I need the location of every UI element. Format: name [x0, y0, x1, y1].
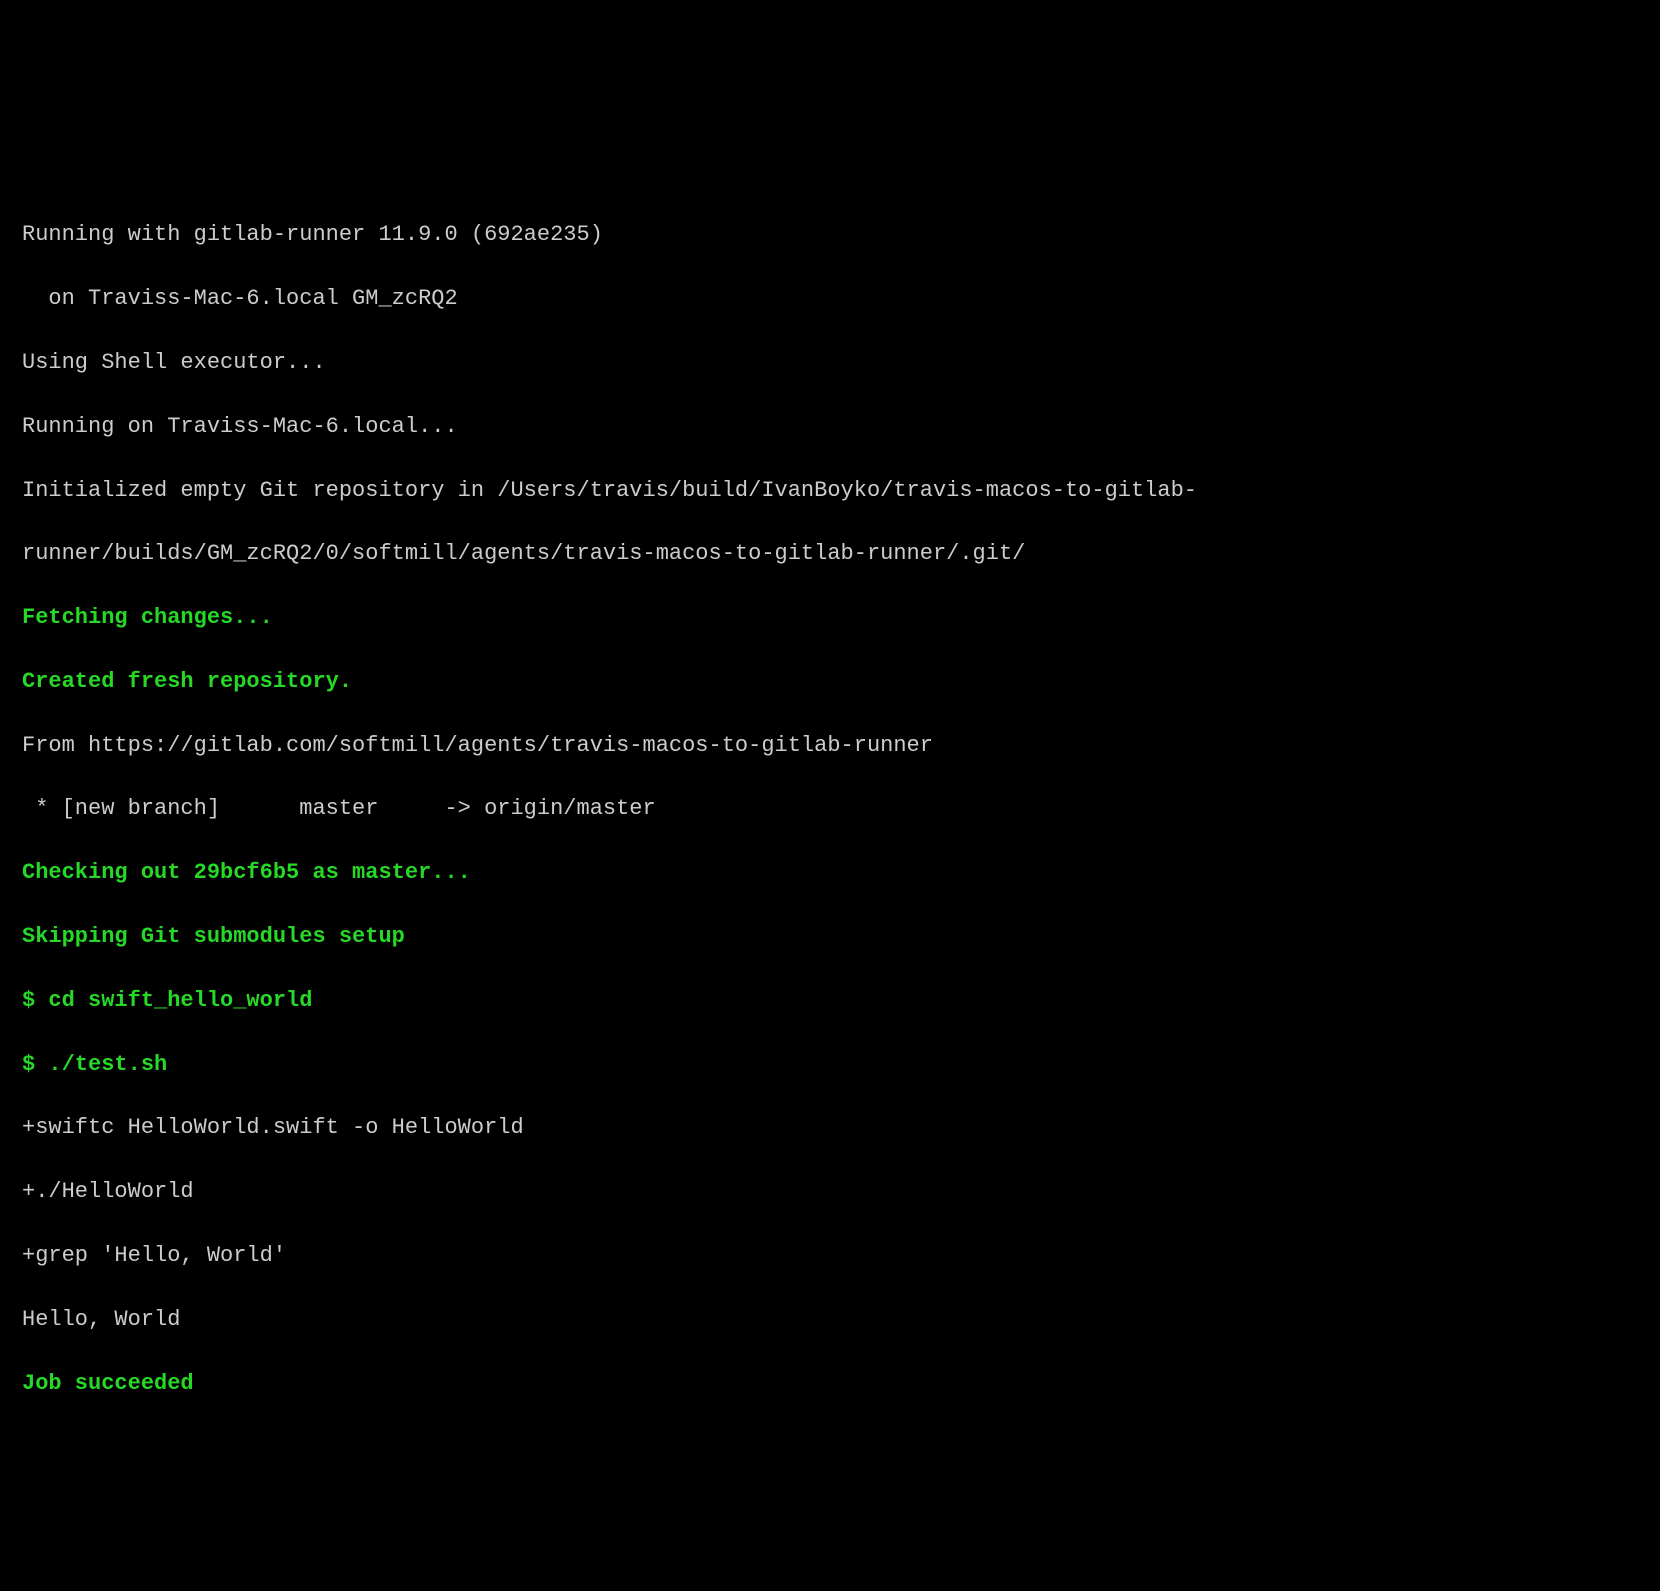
log-line: Hello, World	[22, 1304, 1660, 1336]
log-line-status: Created fresh repository.	[22, 666, 1660, 698]
terminal-output: Running with gitlab-runner 11.9.0 (692ae…	[22, 188, 1660, 1432]
log-line: Using Shell executor...	[22, 347, 1660, 379]
log-line: Running on Traviss-Mac-6.local...	[22, 411, 1660, 443]
log-line-status: Fetching changes...	[22, 602, 1660, 634]
log-line-status: Checking out 29bcf6b5 as master...	[22, 857, 1660, 889]
log-line: on Traviss-Mac-6.local GM_zcRQ2	[22, 283, 1660, 315]
log-line: Initialized empty Git repository in /Use…	[22, 475, 1660, 507]
log-line: +./HelloWorld	[22, 1176, 1660, 1208]
log-line: From https://gitlab.com/softmill/agents/…	[22, 730, 1660, 762]
log-line: +grep 'Hello, World'	[22, 1240, 1660, 1272]
log-line: Running with gitlab-runner 11.9.0 (692ae…	[22, 219, 1660, 251]
log-line-success: Job succeeded	[22, 1368, 1660, 1400]
log-line: * [new branch] master -> origin/master	[22, 793, 1660, 825]
log-line-command: $ ./test.sh	[22, 1049, 1660, 1081]
log-line: runner/builds/GM_zcRQ2/0/softmill/agents…	[22, 538, 1660, 570]
log-line-command: $ cd swift_hello_world	[22, 985, 1660, 1017]
log-line-status: Skipping Git submodules setup	[22, 921, 1660, 953]
log-line: +swiftc HelloWorld.swift -o HelloWorld	[22, 1112, 1660, 1144]
